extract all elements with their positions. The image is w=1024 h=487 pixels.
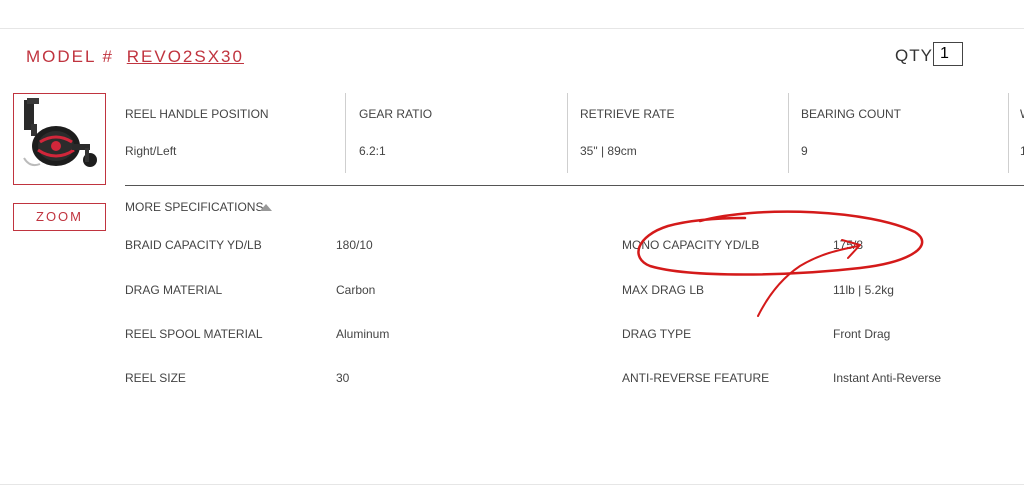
annotation-circle xyxy=(637,210,924,276)
bottom-divider xyxy=(0,484,1024,485)
annotation-overlay xyxy=(637,210,924,317)
annotation-arrow xyxy=(757,245,859,317)
